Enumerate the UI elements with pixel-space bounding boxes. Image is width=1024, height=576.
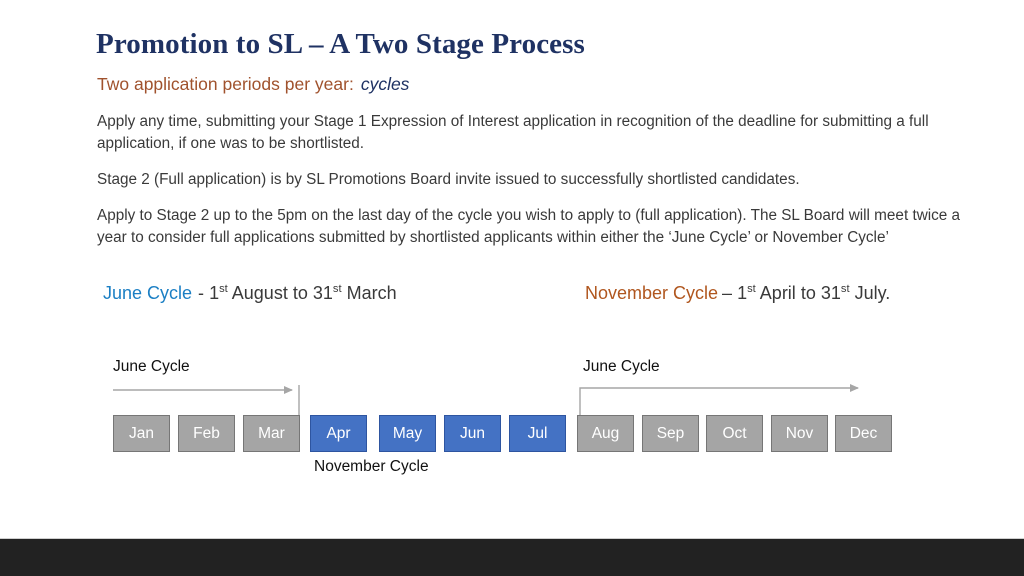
month-box-aug[interactable]: Aug <box>577 415 634 452</box>
month-box-label: Dec <box>849 424 878 442</box>
month-box-label: Oct <box>722 424 747 442</box>
body-paragraph-3: Apply to Stage 2 up to the 5pm on the la… <box>97 207 961 246</box>
month-box-label: Jun <box>460 424 485 442</box>
body-paragraph-2: Stage 2 (Full application) is by SL Prom… <box>97 171 800 188</box>
june-cycle-start-num: 1 <box>209 283 220 303</box>
month-box-sep[interactable]: Sep <box>642 415 699 452</box>
cycle-timeline-diagram: June Cycle June Cycle November Cycle Jan… <box>0 340 1024 490</box>
month-box-label: Jan <box>129 424 154 442</box>
month-box-nov[interactable]: Nov <box>771 415 828 452</box>
month-box-label: Apr <box>326 424 351 442</box>
november-cycle-end-month: July. <box>854 283 891 303</box>
month-box-label: Jul <box>527 424 548 442</box>
june-cycle-arrow-right <box>579 384 859 417</box>
month-box-label: Sep <box>656 424 685 442</box>
subtitle-lead: Two application periods per year: <box>97 74 354 94</box>
june-cycle-start-sup: st <box>219 283 228 295</box>
month-box-dec[interactable]: Dec <box>835 415 892 452</box>
june-cycle-start-month: August <box>231 283 288 303</box>
june-cycle-joiner: to <box>292 283 308 303</box>
slide-canvas: Promotion to SL – A Two Stage Process Tw… <box>0 0 1024 576</box>
subtitle-line: Two application periods per year: cycles <box>97 74 409 95</box>
november-cycle-start-sup: st <box>747 283 756 295</box>
body-paragraph-1: Apply any time, submitting your Stage 1 … <box>97 113 929 152</box>
month-box-row: Jan Feb Mar Apr May Jun Jul Aug Sep Oct … <box>113 415 903 453</box>
november-cycle-definition: November Cycle – 1st April to 31st July. <box>585 283 890 304</box>
november-cycle-end-sup: st <box>840 283 850 295</box>
month-box-label: Feb <box>193 424 220 442</box>
november-cycle-start-month: April <box>759 283 796 303</box>
month-box-mar[interactable]: Mar <box>243 415 300 452</box>
month-box-label: Aug <box>591 424 620 442</box>
month-box-may[interactable]: May <box>379 415 436 452</box>
november-cycle-start-num: 1 <box>737 283 748 303</box>
month-box-jul[interactable]: Jul <box>509 415 566 452</box>
june-cycle-dash: - <box>198 283 205 303</box>
month-box-jun[interactable]: Jun <box>444 415 501 452</box>
subtitle-accent: cycles <box>360 74 410 94</box>
month-box-label: May <box>392 424 423 442</box>
month-box-label: Nov <box>785 424 814 442</box>
november-cycle-end-num: 31 <box>820 283 841 303</box>
june-cycle-label: June Cycle <box>103 283 193 303</box>
november-cycle-label: November Cycle <box>585 283 719 303</box>
june-cycle-end-num: 31 <box>312 283 333 303</box>
month-box-feb[interactable]: Feb <box>178 415 235 452</box>
november-cycle-dash: – <box>722 283 733 303</box>
month-box-jan[interactable]: Jan <box>113 415 170 452</box>
footer-bar <box>0 538 1024 576</box>
month-box-oct[interactable]: Oct <box>706 415 763 452</box>
month-box-apr[interactable]: Apr <box>310 415 367 452</box>
month-box-label: Mar <box>258 424 285 442</box>
june-cycle-end-sup: st <box>332 283 342 295</box>
june-cycle-end-month: March <box>346 283 397 303</box>
june-cycle-definition: June Cycle - 1st August to 31st March <box>103 283 397 304</box>
page-title: Promotion to SL – A Two Stage Process <box>96 28 585 60</box>
november-cycle-joiner: to <box>800 283 816 303</box>
